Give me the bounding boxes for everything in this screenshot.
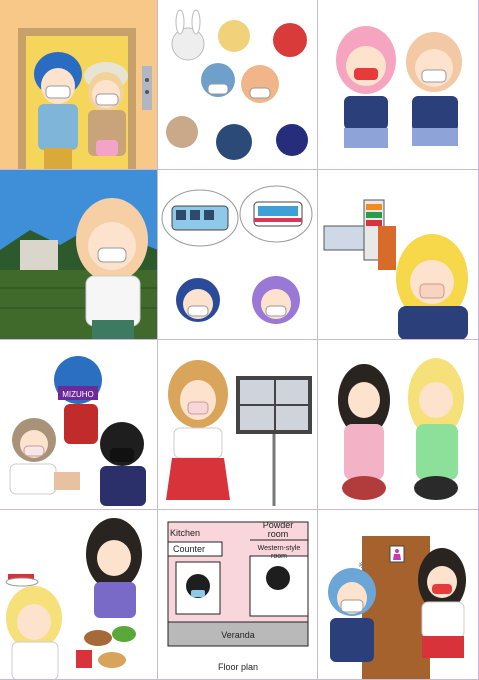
panel-restroom: ※: [318, 510, 479, 680]
mask-icon: [354, 68, 378, 80]
panel-convenience-store: [318, 170, 479, 340]
panel-gaming: MIZUHO: [0, 340, 158, 510]
elevator-button-icon: [142, 66, 152, 110]
western-room-label-1: Western-style: [258, 545, 301, 552]
panel-group: [158, 0, 318, 170]
mask-icon: [421, 69, 447, 83]
mask-icon: [191, 590, 205, 597]
train-icon: [171, 205, 229, 231]
panel-elevator: [0, 0, 158, 170]
powder-room-label-2: room: [268, 529, 289, 539]
western-room-label-2: room: [271, 553, 287, 560]
mask-icon: [207, 83, 229, 95]
mask-icon: [95, 93, 119, 106]
panel-food: [0, 510, 158, 680]
mask-icon: [340, 599, 364, 613]
kitchen-label: Kitchen: [170, 528, 200, 538]
restroom-sign-icon: [389, 545, 405, 563]
bus-icon: [253, 201, 303, 227]
panel-schoolgirls: [318, 0, 479, 170]
mask-icon: [110, 448, 134, 462]
mask-icon: [419, 283, 445, 299]
svg-text:※: ※: [358, 561, 365, 570]
panel-chatting: [318, 340, 479, 510]
veranda-label: Veranda: [221, 630, 255, 640]
mask-icon: [23, 445, 45, 457]
comic-grid: MIZUHO Kitchen Counter Powder room Weste…: [0, 0, 479, 680]
mask-icon: [97, 247, 127, 263]
panel-countryside: [0, 170, 158, 340]
panel-floor-plan: Kitchen Counter Powder room Western-styl…: [158, 510, 318, 680]
mask-icon: [45, 85, 71, 99]
panel-video-call: [158, 340, 318, 510]
mask-icon: [432, 584, 452, 594]
mask-icon: [187, 401, 209, 415]
mask-icon: [249, 87, 271, 99]
screen-text: MIZUHO: [62, 390, 94, 399]
mask-icon: [187, 305, 209, 317]
floor-plan-caption: Floor plan: [218, 662, 258, 672]
counter-label: Counter: [173, 544, 205, 554]
mask-icon: [265, 305, 287, 317]
panel-transport-thoughts: [158, 170, 318, 340]
